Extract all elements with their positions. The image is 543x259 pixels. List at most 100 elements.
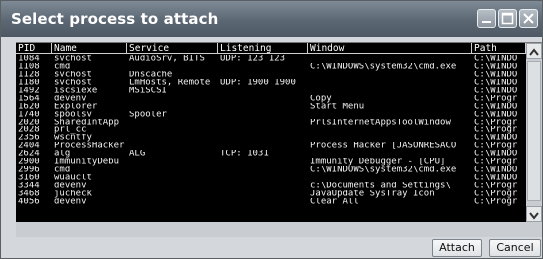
scroll-thumb[interactable] [527, 61, 541, 201]
table-row[interactable]: 1084 svchost AudioSrv, BITS UDP: 123 123 C:\… [16, 55, 526, 63]
close-button[interactable] [519, 9, 538, 28]
column-header-path[interactable]: Path [472, 43, 526, 54]
cell-service [127, 103, 218, 111]
scroll-down-button[interactable] [526, 206, 542, 222]
cell-window: C:\WINDOWS\system32\cmd.exe [310, 166, 457, 174]
column-header-service[interactable]: Service [127, 43, 218, 54]
cell-window [308, 126, 472, 134]
cancel-button[interactable]: Cancel [489, 239, 541, 257]
cell-path: C:\WINDO [474, 174, 518, 182]
cell-pid: 1084 [18, 55, 40, 63]
cell-listening [218, 190, 308, 198]
cell-window: PrlsInternetAppsToolWindow [310, 118, 451, 127]
cell-service [127, 119, 218, 127]
cell-name: spoolsv [54, 110, 92, 119]
cell-path: C:\Progr [474, 197, 518, 206]
arrow-up-icon [529, 48, 539, 56]
cell-window [308, 55, 472, 63]
cell-window: JavaUpdate SysTray Icon [310, 189, 435, 198]
cell-service: AudioSrv, BITS [129, 55, 205, 63]
cell-path: C:\WINDO [474, 70, 518, 79]
column-header-name[interactable]: Name [52, 43, 127, 54]
title-bar[interactable]: Select process to attach [1, 1, 542, 37]
cell-path: C:\WINDO [474, 134, 518, 142]
cell-window [308, 174, 472, 182]
table-row[interactable]: 1108 cmd C:\WINDOWS\system32\cmd.exe C:\WIN… [16, 63, 526, 71]
cell-service [127, 190, 218, 198]
attach-button[interactable]: Attach [432, 239, 482, 257]
table-row[interactable]: 2996 cmd C:\WINDOWS\system32\cmd.exe C:\WIN… [16, 166, 526, 174]
cell-path: C:\WINDO [474, 150, 518, 158]
cell-service [127, 126, 218, 134]
cell-window: Process Hacker [JASONRESACO [310, 142, 457, 150]
table-row[interactable]: 1740 spoolsv Spooler C:\WINDO [16, 111, 526, 119]
table-row[interactable]: 3160 wuauclt C:\WINDO [16, 174, 526, 182]
cell-path: C:\WINDO [474, 102, 518, 111]
table-row[interactable]: 4056 devenv Clear All C:\Progr [16, 198, 526, 206]
cell-listening [218, 95, 308, 103]
cell-name: wuauclt [54, 174, 92, 182]
maximize-button[interactable] [498, 9, 517, 28]
table-row[interactable]: 3468 jucheck JavaUpdate SysTray Icon C:\Pro… [16, 190, 526, 198]
table-row[interactable]: 1620 Explorer Start Menu C:\WINDO [16, 103, 526, 111]
cell-pid: 2404 [18, 142, 40, 150]
process-list[interactable]: PID Name Service Listening Window Path 1… [16, 42, 542, 238]
cell-listening [218, 71, 308, 79]
cell-pid: 1564 [18, 94, 40, 103]
cell-path: C:\WINDO [474, 86, 518, 95]
cell-window: Clear All [310, 197, 359, 206]
cell-window [308, 79, 472, 87]
minimize-button[interactable] [477, 9, 496, 28]
cell-listening [218, 103, 308, 111]
cell-listening [218, 87, 308, 95]
cell-pid: 1740 [18, 110, 40, 119]
table-row[interactable]: 1492 iscsiexe MSiSCSI C:\WINDO [16, 87, 526, 95]
column-header-listening[interactable]: Listening [218, 43, 308, 54]
horizontal-scrollbar[interactable] [16, 222, 526, 238]
cell-pid: 2028 [18, 126, 40, 135]
table-row[interactable]: 1128 svchost Dnscache C:\WINDO [16, 71, 526, 79]
table-row[interactable]: 3344 devenv c:\Documents and Settings\ C:\P… [16, 182, 526, 190]
cell-listening [218, 63, 308, 71]
cell-pid: 2996 [18, 166, 40, 174]
cell-name: devenv [54, 182, 87, 190]
cell-listening: TCP: 1031 [220, 150, 269, 158]
process-rows: 1084 svchost AudioSrv, BITS UDP: 123 123 C:\… [16, 55, 526, 206]
cell-listening [218, 111, 308, 119]
cell-window: C:\WINDOWS\system32\cmd.exe [310, 62, 457, 71]
cell-name: SharedIntApp [54, 118, 120, 127]
arrow-down-icon [529, 212, 539, 220]
vertical-scrollbar[interactable] [526, 43, 542, 238]
cell-listening: UDP: 123 123 [220, 55, 286, 63]
cell-path: C:\WINDO [474, 78, 518, 87]
table-row[interactable]: 2900 ImmunityDebu Immunity Debugger - [CPU… [16, 158, 526, 166]
scroll-up-button[interactable] [526, 43, 542, 59]
cell-pid: 1620 [18, 102, 40, 111]
cell-window: Copy [310, 94, 332, 103]
attach-dialog: Select process to attach PID Name Servic… [0, 0, 543, 259]
cell-listening [218, 166, 308, 174]
table-row[interactable]: 2624 alg ALG TCP: 1031 C:\WINDO [16, 150, 526, 158]
table-row[interactable]: 1564 devenv Copy C:\Progr [16, 95, 526, 103]
cell-name: ImmunityDebu [54, 158, 120, 166]
cell-pid: 1180 [18, 78, 40, 87]
cell-service [127, 182, 218, 190]
cell-name: svchost [54, 70, 92, 79]
cell-window [308, 71, 472, 79]
cell-pid: 3160 [18, 174, 40, 182]
table-row[interactable]: 1180 svchost LmHosts, Remote UDP: 1900 1900… [16, 79, 526, 87]
cell-pid: 3344 [18, 182, 40, 190]
cell-name: devenv [54, 197, 87, 206]
cell-service [127, 166, 218, 174]
cell-path: C:\Progr [474, 158, 518, 166]
cell-path: C:\WINDO [474, 55, 518, 63]
column-header-row: PID Name Service Listening Window Path [16, 43, 542, 55]
cell-name: jucheck [54, 189, 92, 198]
cell-service: LmHosts, Remote [129, 78, 211, 87]
cell-pid: 1492 [18, 86, 40, 95]
column-header-window[interactable]: Window [308, 43, 472, 54]
cell-path: C:\WINDO [474, 166, 518, 174]
cell-window: c:\Documents and Settings\ [310, 182, 451, 190]
column-header-pid[interactable]: PID [16, 43, 52, 54]
cell-window: Immunity Debugger - [CPU] [310, 158, 446, 166]
